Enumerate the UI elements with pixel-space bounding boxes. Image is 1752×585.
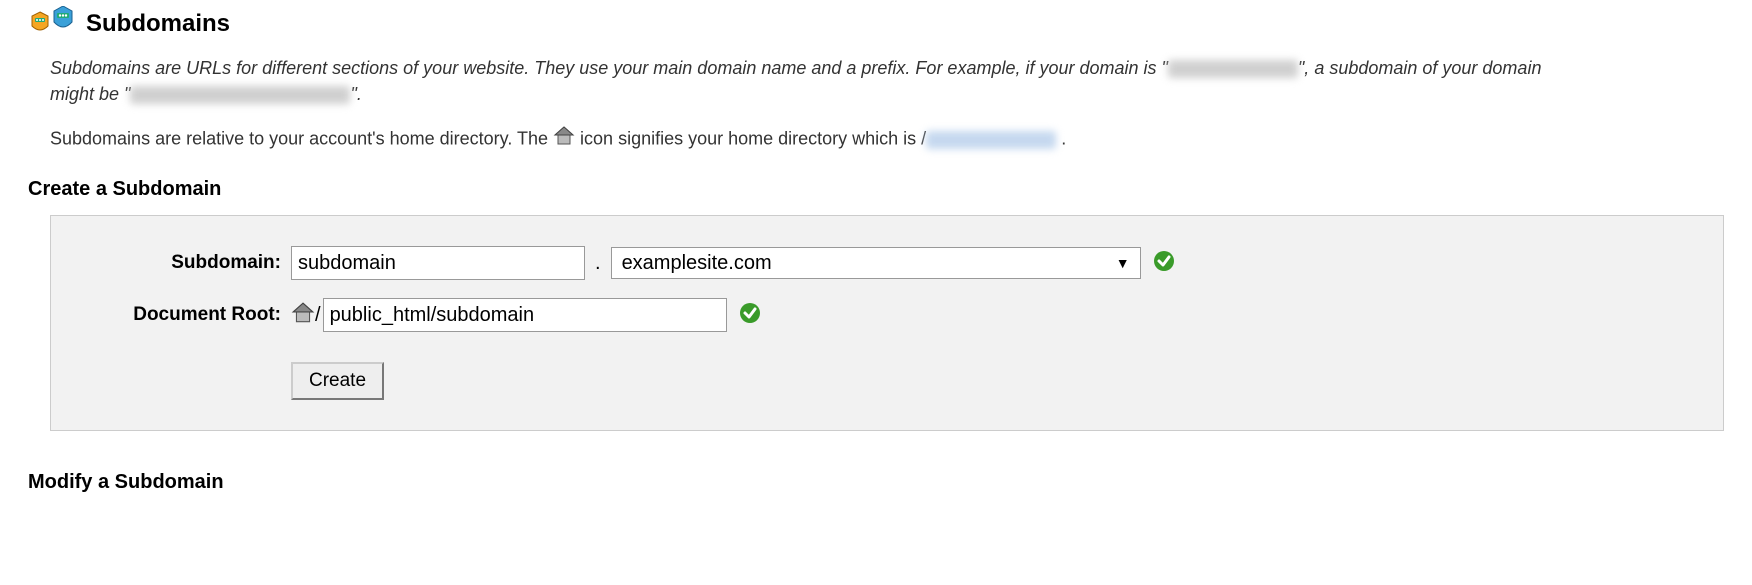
domain-select[interactable]: examplesite.com ▼ bbox=[611, 247, 1141, 279]
redacted-subdomain: xxxxxxxxxxxx bbox=[130, 86, 350, 104]
chevron-down-icon: ▼ bbox=[1116, 255, 1130, 271]
create-subdomain-form: Subdomain: . examplesite.com ▼ Document … bbox=[50, 215, 1724, 431]
home-icon bbox=[553, 125, 575, 154]
subdomains-icon bbox=[28, 6, 76, 41]
docroot-prefix: / bbox=[315, 304, 321, 327]
document-root-input[interactable] bbox=[323, 298, 727, 332]
check-valid-icon bbox=[1153, 250, 1175, 277]
page-title: Subdomains bbox=[86, 10, 230, 38]
create-subdomain-heading: Create a Subdomain bbox=[28, 178, 1724, 201]
dot-separator: . bbox=[585, 252, 611, 275]
page-header: Subdomains bbox=[28, 6, 1724, 41]
redacted-domain: xxxxxxx bbox=[1168, 60, 1298, 78]
docroot-label: Document Root: bbox=[71, 304, 291, 326]
subdomain-label: Subdomain: bbox=[71, 252, 291, 274]
check-valid-icon bbox=[739, 302, 761, 329]
subdomain-input[interactable] bbox=[291, 246, 585, 280]
redacted-home-path: xxxxxxx bbox=[926, 131, 1056, 149]
home-icon bbox=[291, 301, 315, 330]
modify-subdomain-heading: Modify a Subdomain bbox=[28, 471, 1724, 494]
create-button[interactable]: Create bbox=[291, 362, 384, 400]
domain-select-value: examplesite.com bbox=[622, 252, 772, 275]
intro-paragraph-1: Subdomains are URLs for different sectio… bbox=[50, 55, 1550, 107]
intro-paragraph-2: Subdomains are relative to your account'… bbox=[50, 125, 1550, 154]
